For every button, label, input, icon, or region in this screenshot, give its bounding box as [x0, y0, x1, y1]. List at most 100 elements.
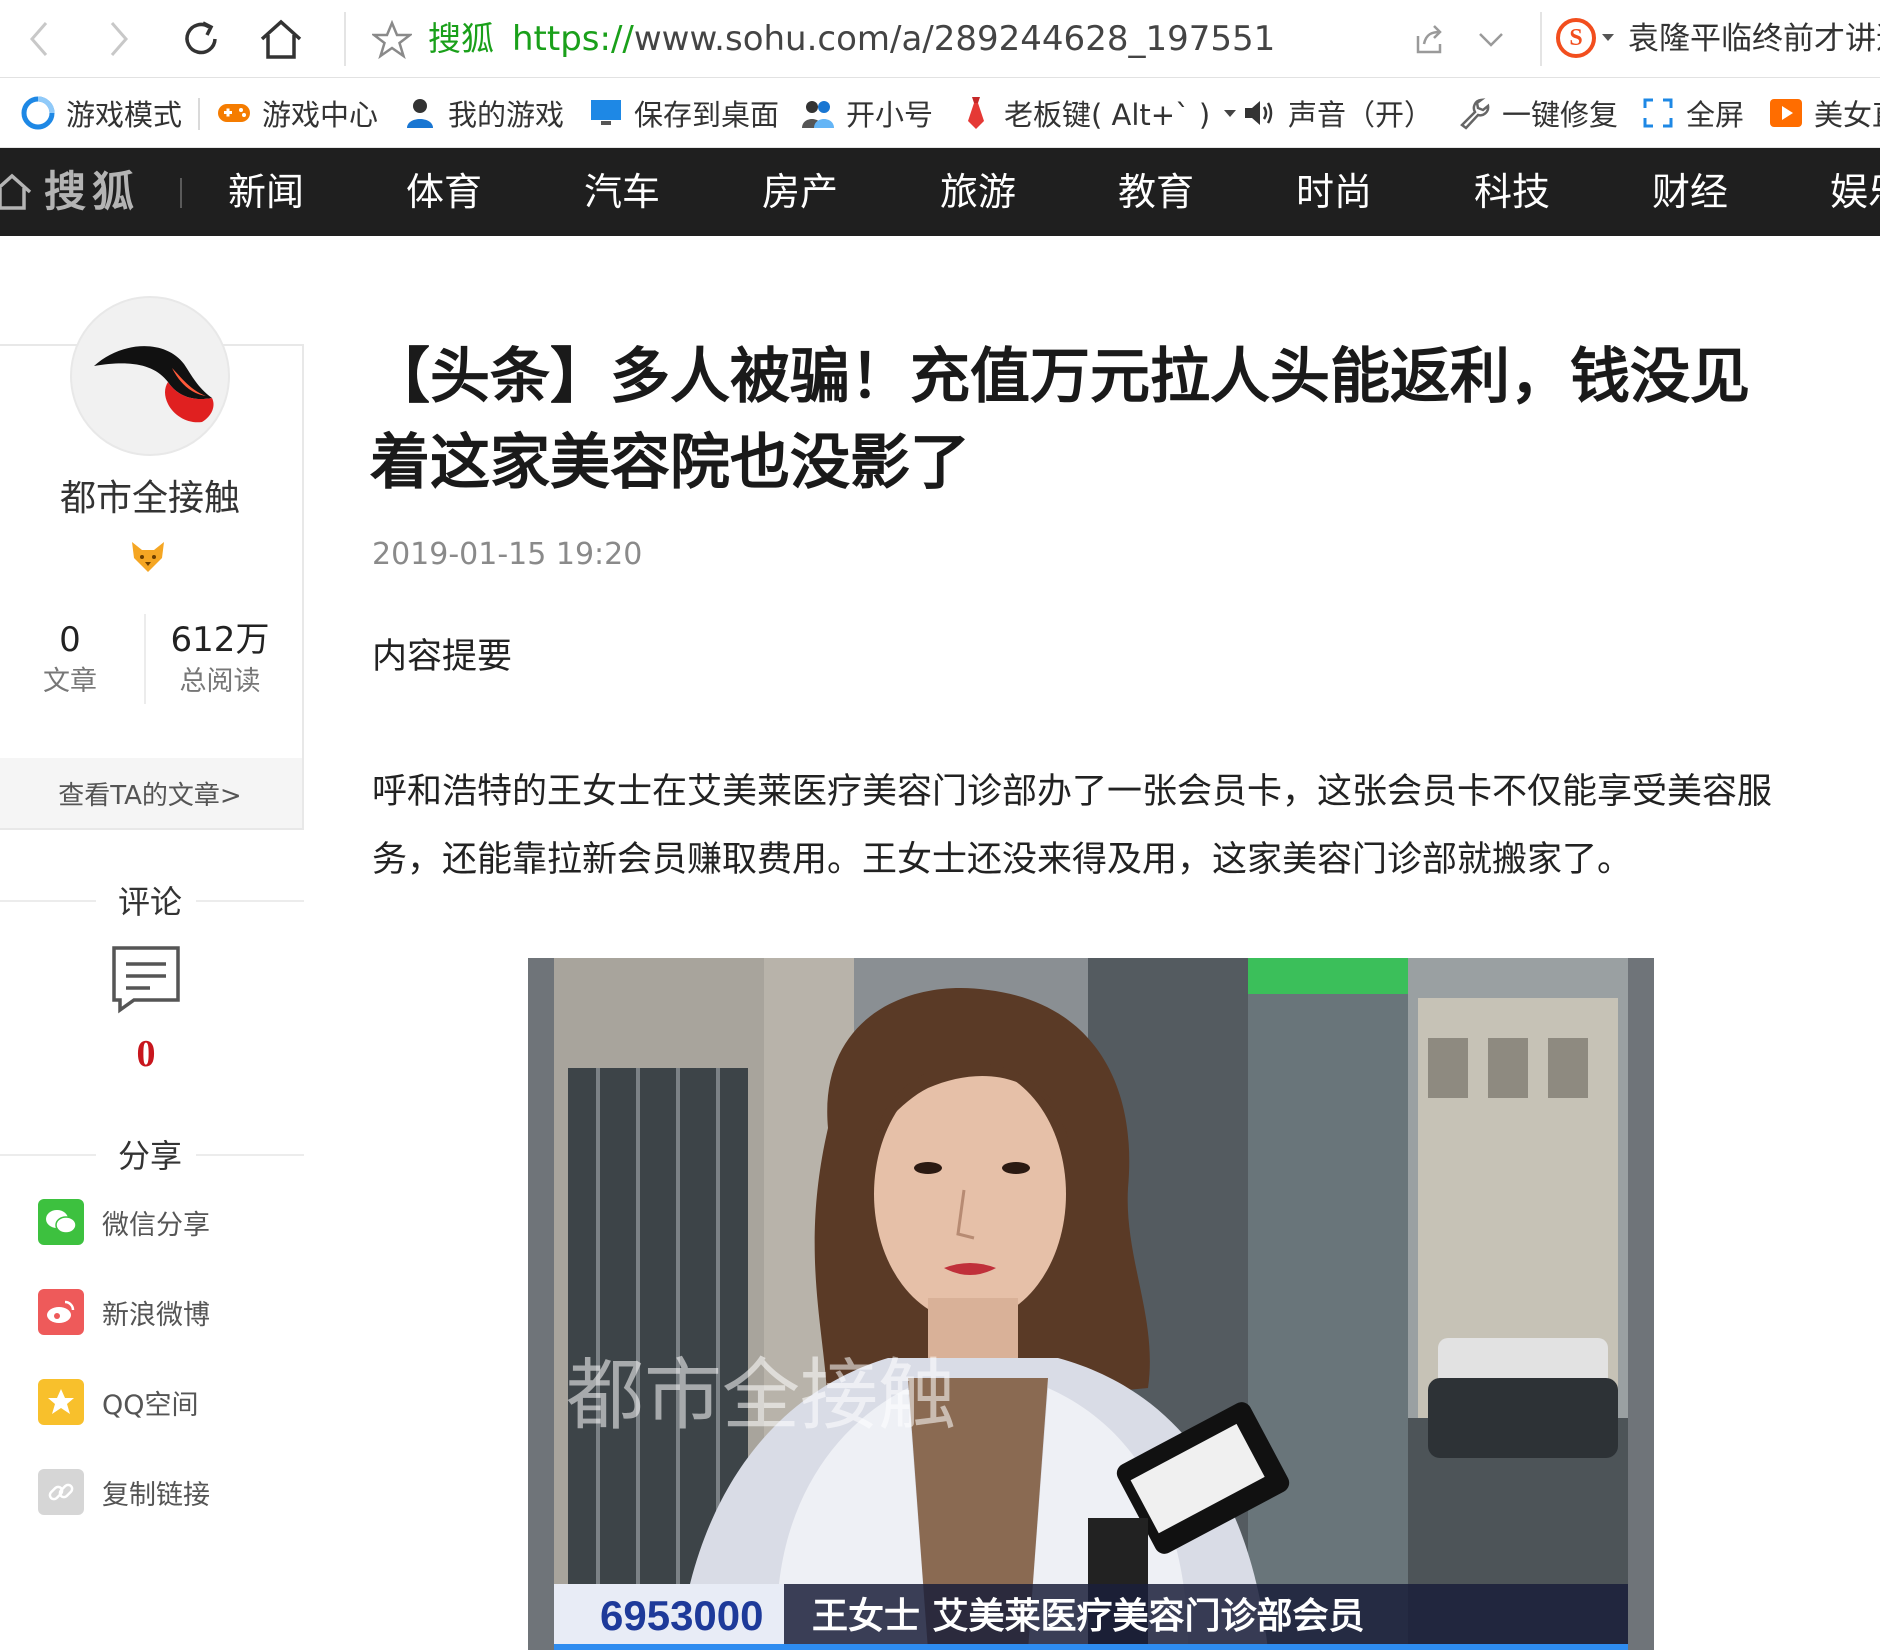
- article-count-label: 文章: [43, 666, 97, 697]
- browser-address-bar: 搜狐 https://www.sohu.com/a/289244628_1975…: [0, 0, 1880, 78]
- bookmark-fullscreen[interactable]: 全屏: [1640, 92, 1744, 134]
- forward-button[interactable]: [94, 14, 144, 64]
- bookmark-label: 美女直: [1814, 98, 1880, 132]
- bookmark-save-desktop[interactable]: 保存到桌面: [588, 92, 779, 134]
- bookmarks-bar: 游戏模式 游戏中心 我的游戏 保存到桌面 开小号 老板键( Alt+` ) 声音…: [0, 78, 1880, 148]
- back-arrow-icon: [30, 22, 48, 56]
- bookmark-label: 全屏: [1686, 98, 1745, 132]
- game-mode-icon: [20, 95, 56, 131]
- speaker-icon: [1242, 95, 1278, 131]
- share-label: 新浪微博: [102, 1299, 210, 1331]
- share-label: QQ空间: [102, 1389, 199, 1421]
- bookmark-sound-toggle[interactable]: 声音（开）: [1242, 92, 1433, 134]
- link-icon: [38, 1469, 84, 1515]
- address-site-name: 搜狐: [428, 19, 494, 58]
- comment-count[interactable]: 0: [0, 1030, 292, 1078]
- photo-hotline: 6953000: [600, 1592, 764, 1639]
- nav-divider: [180, 178, 182, 208]
- nav-news[interactable]: 新闻: [228, 164, 304, 220]
- wrench-icon: [1456, 95, 1492, 131]
- photo-caption: 王女士 艾美莱医疗美容门诊部会员: [812, 1596, 1365, 1637]
- share-copy-link[interactable]: 复制链接: [38, 1468, 210, 1516]
- bookmark-divider: [198, 98, 200, 130]
- bookmark-label: 开小号: [846, 98, 934, 132]
- nav-sports[interactable]: 体育: [406, 164, 482, 220]
- stat-divider: [144, 614, 146, 704]
- share-wechat[interactable]: 微信分享: [38, 1198, 210, 1246]
- article-headline: 【头条】多人被骗！充值万元拉人头能返利，钱没见着这家美容院也没影了: [370, 342, 1750, 498]
- qzone-star-icon: [38, 1379, 84, 1425]
- summary-heading: 内容提要: [372, 637, 513, 677]
- url-path: www.sohu.com/a/289244628_197551: [633, 19, 1276, 59]
- home-icon[interactable]: [0, 172, 32, 212]
- bookmark-label: 游戏中心: [262, 98, 379, 132]
- bookmark-live[interactable]: 美女直: [1768, 92, 1880, 134]
- author-logo-image: [94, 346, 214, 423]
- bookmark-label: 保存到桌面: [634, 98, 780, 132]
- comment-icon[interactable]: [110, 944, 182, 1014]
- news-interview-image: 都市全接触 6953000 王女士 艾美莱医疗美容门诊部会员: [528, 958, 1654, 1650]
- toolbar-divider: [1540, 12, 1542, 66]
- nav-fashion[interactable]: 时尚: [1296, 164, 1372, 220]
- gamepad-icon: [216, 95, 252, 131]
- weibo-icon: [38, 1289, 84, 1335]
- share-weibo[interactable]: 新浪微博: [38, 1288, 210, 1336]
- bookmark-label: 老板键( Alt+` ): [1004, 98, 1211, 132]
- user-icon: [402, 95, 438, 131]
- site-nav-bar: 搜狐 新闻 体育 汽车 房产 旅游 教育 时尚 科技 财经 娱乐: [0, 148, 1880, 236]
- nav-finance[interactable]: 财经: [1652, 164, 1728, 220]
- share-qzone[interactable]: QQ空间: [38, 1378, 199, 1426]
- back-button[interactable]: [14, 14, 64, 64]
- comments-title: 评论: [117, 883, 182, 921]
- nav-education[interactable]: 教育: [1118, 164, 1194, 220]
- play-icon: [1768, 95, 1804, 131]
- home-icon: [260, 19, 302, 59]
- total-reads-label: 总阅读: [179, 666, 261, 697]
- url-protocol: https://: [512, 19, 634, 59]
- nav-tech[interactable]: 科技: [1474, 164, 1550, 220]
- summary-paragraph: 呼和浩特的王女士在艾美莱医疗美容门诊部办了一张会员卡，这张会员卡不仅能享受美容服…: [372, 772, 1773, 880]
- wechat-icon: [38, 1199, 84, 1245]
- home-button[interactable]: [256, 14, 306, 64]
- bookmark-game-mode[interactable]: 游戏模式: [20, 92, 182, 134]
- search-engine-caret-icon[interactable]: [1602, 34, 1614, 41]
- bookmark-boss-key[interactable]: 老板键( Alt+` ): [958, 92, 1237, 134]
- author-name[interactable]: 都市全接触: [0, 474, 300, 524]
- total-reads: 612万: [170, 620, 270, 660]
- necktie-icon: [958, 95, 994, 131]
- bookmark-game-center[interactable]: 游戏中心: [216, 92, 378, 134]
- bookmark-star-icon[interactable]: [372, 20, 412, 60]
- reload-icon: [185, 21, 217, 55]
- url-field[interactable]: https://www.sohu.com/a/289244628_197551: [512, 18, 1275, 60]
- forward-arrow-icon: [110, 22, 128, 56]
- bookmark-label: 一键修复: [1502, 98, 1619, 132]
- photo-watermark: 都市全接触: [566, 1351, 956, 1441]
- nav-entertainment[interactable]: 娱乐: [1830, 164, 1880, 220]
- bookmark-my-games[interactable]: 我的游戏: [402, 92, 564, 134]
- article-count: 0: [59, 620, 81, 660]
- fox-badge-icon: [132, 542, 164, 572]
- bookmark-quick-repair[interactable]: 一键修复: [1456, 92, 1618, 134]
- nav-travel[interactable]: 旅游: [940, 164, 1016, 220]
- bookmark-alt-account[interactable]: 开小号: [800, 92, 933, 134]
- reload-button[interactable]: [176, 14, 226, 64]
- hot-news-ticker[interactable]: 袁隆平临终前才讲道: [1628, 18, 1880, 60]
- share-label: 复制链接: [102, 1479, 210, 1511]
- share-page-icon[interactable]: [1412, 22, 1446, 56]
- sogou-search-icon[interactable]: S: [1556, 18, 1596, 58]
- view-author-articles-link[interactable]: 查看TA的文章>: [0, 758, 304, 830]
- bookmark-label: 我的游戏: [448, 98, 565, 132]
- bookmark-label: 游戏模式: [66, 98, 183, 132]
- share-label: 微信分享: [102, 1209, 210, 1241]
- toolbar-divider: [344, 12, 346, 66]
- boss-key-caret-icon[interactable]: [1224, 109, 1237, 117]
- nav-realestate[interactable]: 房产: [762, 164, 838, 220]
- share-title: 分享: [117, 1137, 182, 1175]
- author-avatar[interactable]: [70, 296, 230, 456]
- sohu-logo[interactable]: 搜狐: [44, 164, 140, 220]
- monitor-icon: [588, 95, 624, 131]
- fullscreen-icon: [1640, 95, 1676, 131]
- nav-auto[interactable]: 汽车: [584, 164, 660, 220]
- chevron-down-icon[interactable]: [1476, 26, 1506, 52]
- article-photo[interactable]: 都市全接触 6953000 王女士 艾美莱医疗美容门诊部会员: [528, 958, 1654, 1650]
